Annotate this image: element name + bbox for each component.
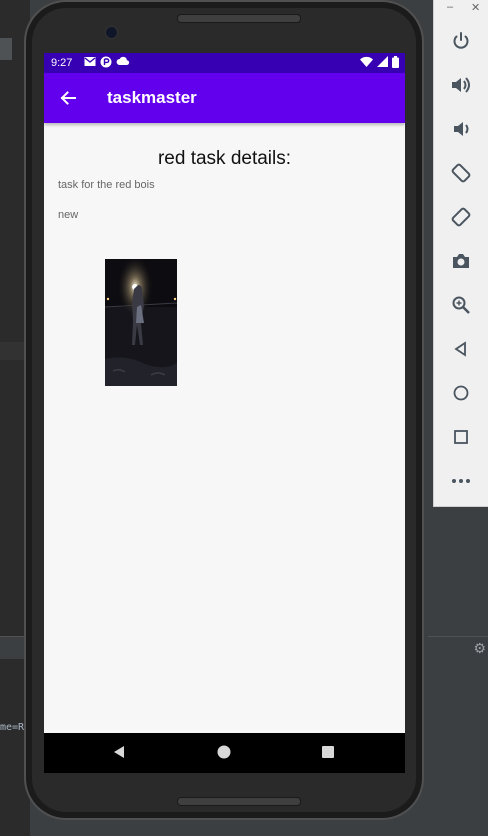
volume-down-icon[interactable] <box>448 116 474 142</box>
camera-icon[interactable] <box>448 248 474 274</box>
status-bar: 9:27 <box>44 53 405 73</box>
back-icon[interactable] <box>448 336 474 362</box>
bottom-speaker <box>177 797 301 806</box>
status-time: 9:27 <box>51 57 73 69</box>
wifi-icon <box>360 56 373 71</box>
emulator-window-controls: – ✕ <box>434 0 488 18</box>
top-speaker <box>177 14 301 23</box>
close-icon[interactable]: ✕ <box>471 1 480 14</box>
home-icon[interactable] <box>448 380 474 406</box>
app-bar: taskmaster <box>44 73 405 123</box>
home-icon[interactable] <box>217 745 231 764</box>
gear-icon[interactable]: ⚙ <box>473 640 486 657</box>
mail-icon <box>84 56 96 71</box>
back-icon[interactable] <box>112 745 126 764</box>
ide-code-fragment: me=R <box>0 722 25 733</box>
signal-icon <box>377 56 388 71</box>
phone-screen: 9:27 taskmaster red task details: task f… <box>44 53 405 773</box>
task-state: new <box>58 209 79 221</box>
rotate-left-icon[interactable] <box>448 160 474 186</box>
volume-up-icon[interactable] <box>448 72 474 98</box>
front-camera <box>105 26 118 39</box>
task-description: task for the red bois <box>58 179 155 191</box>
app-notification-icon <box>100 56 112 71</box>
overview-icon[interactable] <box>448 424 474 450</box>
task-image <box>105 259 177 386</box>
task-details-heading: red task details: <box>157 148 292 169</box>
ide-tool-button[interactable] <box>0 38 12 60</box>
emulator-toolbar: – ✕ <box>433 0 488 507</box>
rotate-right-icon[interactable] <box>448 204 474 230</box>
cloud-icon <box>116 56 130 71</box>
battery-icon <box>392 56 399 71</box>
more-icon[interactable] <box>448 468 474 494</box>
power-icon[interactable] <box>448 28 474 54</box>
app-title: taskmaster <box>107 88 197 107</box>
recents-icon[interactable] <box>321 745 335 764</box>
zoom-icon[interactable] <box>448 292 474 318</box>
minimize-icon[interactable]: – <box>447 1 453 13</box>
navigation-bar <box>44 733 405 773</box>
back-arrow-icon[interactable] <box>58 88 78 113</box>
